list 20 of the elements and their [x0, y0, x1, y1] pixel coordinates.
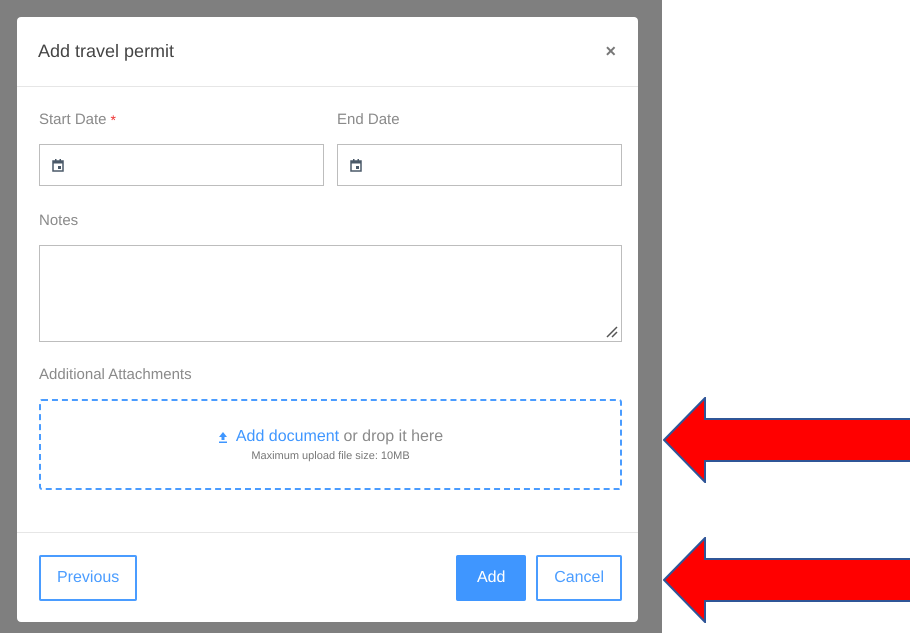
resize-handle-icon[interactable]: [606, 326, 618, 338]
footer-button[interactable]: Add: [456, 554, 526, 600]
footer-button[interactable]: Cancel: [536, 554, 622, 600]
field-label: Notes: [39, 212, 78, 230]
calendar-icon: [350, 158, 362, 172]
date-field[interactable]: [39, 144, 324, 186]
field-label: End Date: [337, 111, 400, 129]
close-button[interactable]: ×: [603, 41, 618, 62]
dropzone-text: Add document or drop it here: [236, 428, 444, 446]
required-mark: *: [110, 112, 116, 128]
upload-icon: [218, 430, 228, 442]
notes-field[interactable]: [39, 245, 622, 342]
dialog-title: Add travel permit: [38, 41, 174, 62]
dropzone[interactable]: Add document or drop it here Maximum upload file size: 10MB: [39, 399, 622, 490]
field-label: Start Date: [39, 111, 107, 129]
field-label: Additional Attachments: [39, 366, 192, 384]
footer-button[interactable]: Previous: [39, 554, 138, 600]
date-field[interactable]: [337, 144, 622, 186]
calendar-icon: [52, 158, 64, 172]
upload-hint: Maximum upload file size: 10MB: [251, 450, 410, 462]
